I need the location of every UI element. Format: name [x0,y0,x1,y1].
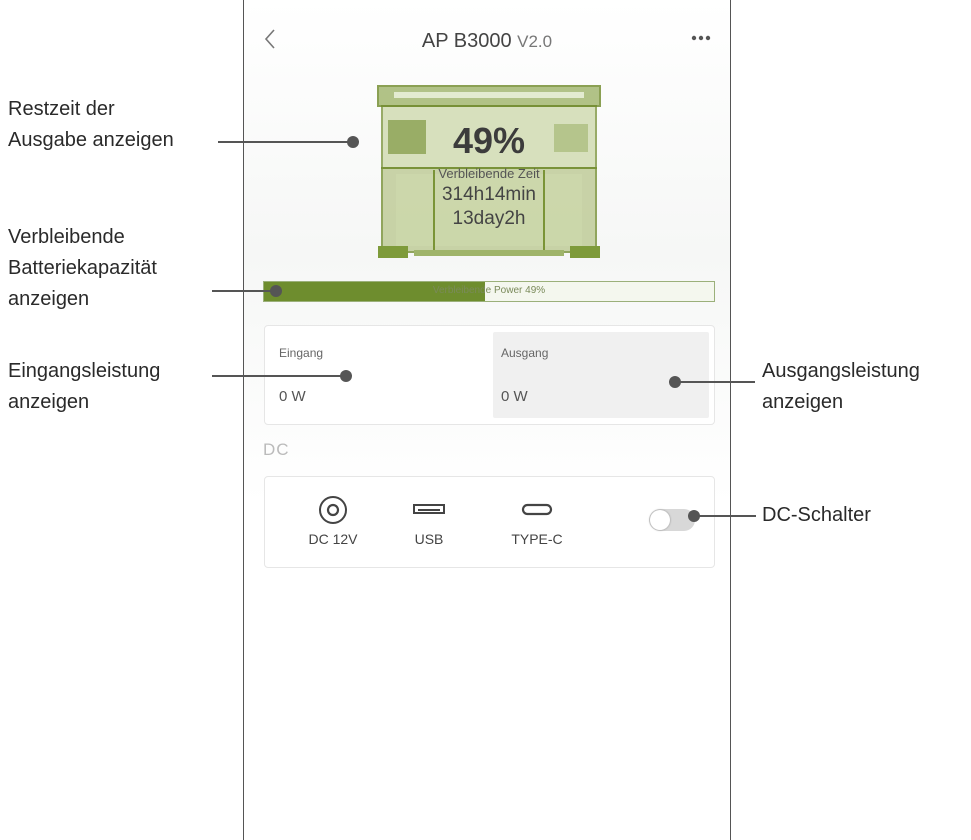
dc-panel: DC 12V USB TYPE-C [264,476,715,568]
annotation-battery-capacity-line1: Verbleibende [8,226,125,248]
device-version: V2.0 [517,32,553,51]
annotation-battery-capacity-line2: Batteriekapazität [8,257,157,279]
annotation-input-power: Eingangsleistung anzeigen [8,356,160,418]
annotation-input-power-line2: anzeigen [8,391,90,413]
battery-progress-bar: Verbleibende Power 49% [263,281,715,302]
annotation-battery-capacity-dot [270,285,282,297]
dc-switch-knob [650,510,670,530]
annotation-remaining-time-pointer [218,141,352,143]
more-dots-icon [691,35,711,41]
battery-percent: 49% [452,120,526,161]
remaining-days-value: 13day2h [452,208,526,229]
output-value: 0 W [501,388,528,405]
dc-port-icon [319,496,347,524]
input-label: Eingang [279,346,324,360]
device-name: AP B3000 [421,30,512,52]
annotation-remaining-time-dot [347,136,359,148]
annotation-output-power-pointer [675,381,755,383]
more-button[interactable] [686,27,716,53]
usb-label: USB [414,531,444,547]
dc-12v-label: DC 12V [308,531,358,547]
page-title: AP B3000 V2.0 [244,30,730,53]
annotation-remaining-time-line2: Ausgabe anzeigen [8,129,174,151]
remaining-time-label: Verbleibende Zeit [438,166,540,181]
annotation-output-power-line1: Ausgangsleistung [762,360,920,382]
annotation-dc-switch-text: DC-Schalter [762,504,871,526]
remaining-time-value: 314h14min [441,184,537,205]
input-value: 0 W [279,388,306,405]
annotation-battery-capacity-line3: anzeigen [8,288,90,310]
usb-port: USB [399,495,459,547]
top-bar: AP B3000 V2.0 [244,22,730,62]
battery-progress-text: Verbleibende Power 49% [432,285,546,296]
annotation-dc-switch-pointer [694,515,756,517]
usb-port-icon [413,504,445,514]
annotation-output-power-dot [669,376,681,388]
output-label: Ausgang [501,346,549,360]
phone-screen: AP B3000 V2.0 49% Verbleibende Zeit 314h… [243,0,731,840]
type-c-port-icon [521,503,553,516]
annotation-input-power-pointer [212,375,346,377]
annotation-input-power-dot [340,370,352,382]
annotation-remaining-time-line1: Restzeit der [8,98,115,120]
output-power-card: Ausgang 0 W [493,332,709,418]
type-c-label: TYPE-C [511,531,563,547]
annotation-input-power-line1: Eingangsleistung [8,360,161,382]
annotation-battery-capacity: Verbleibende Batteriekapazität anzeigen [8,222,157,315]
annotation-battery-capacity-pointer [212,290,276,292]
annotation-output-power: Ausgangsleistung anzeigen [762,356,920,418]
type-c-port: TYPE-C [497,495,577,547]
annotation-dc-switch-dot [688,510,700,522]
annotation-dc-switch: DC-Schalter [762,500,871,531]
dc-12v-port: DC 12V [293,495,373,547]
dc-section-heading: DC [263,440,290,459]
annotation-output-power-line2: anzeigen [762,391,844,413]
power-station-visual: 49% Verbleibende Zeit 314h14min 13day2h [374,84,604,262]
annotation-remaining-time: Restzeit der Ausgabe anzeigen [8,94,174,156]
